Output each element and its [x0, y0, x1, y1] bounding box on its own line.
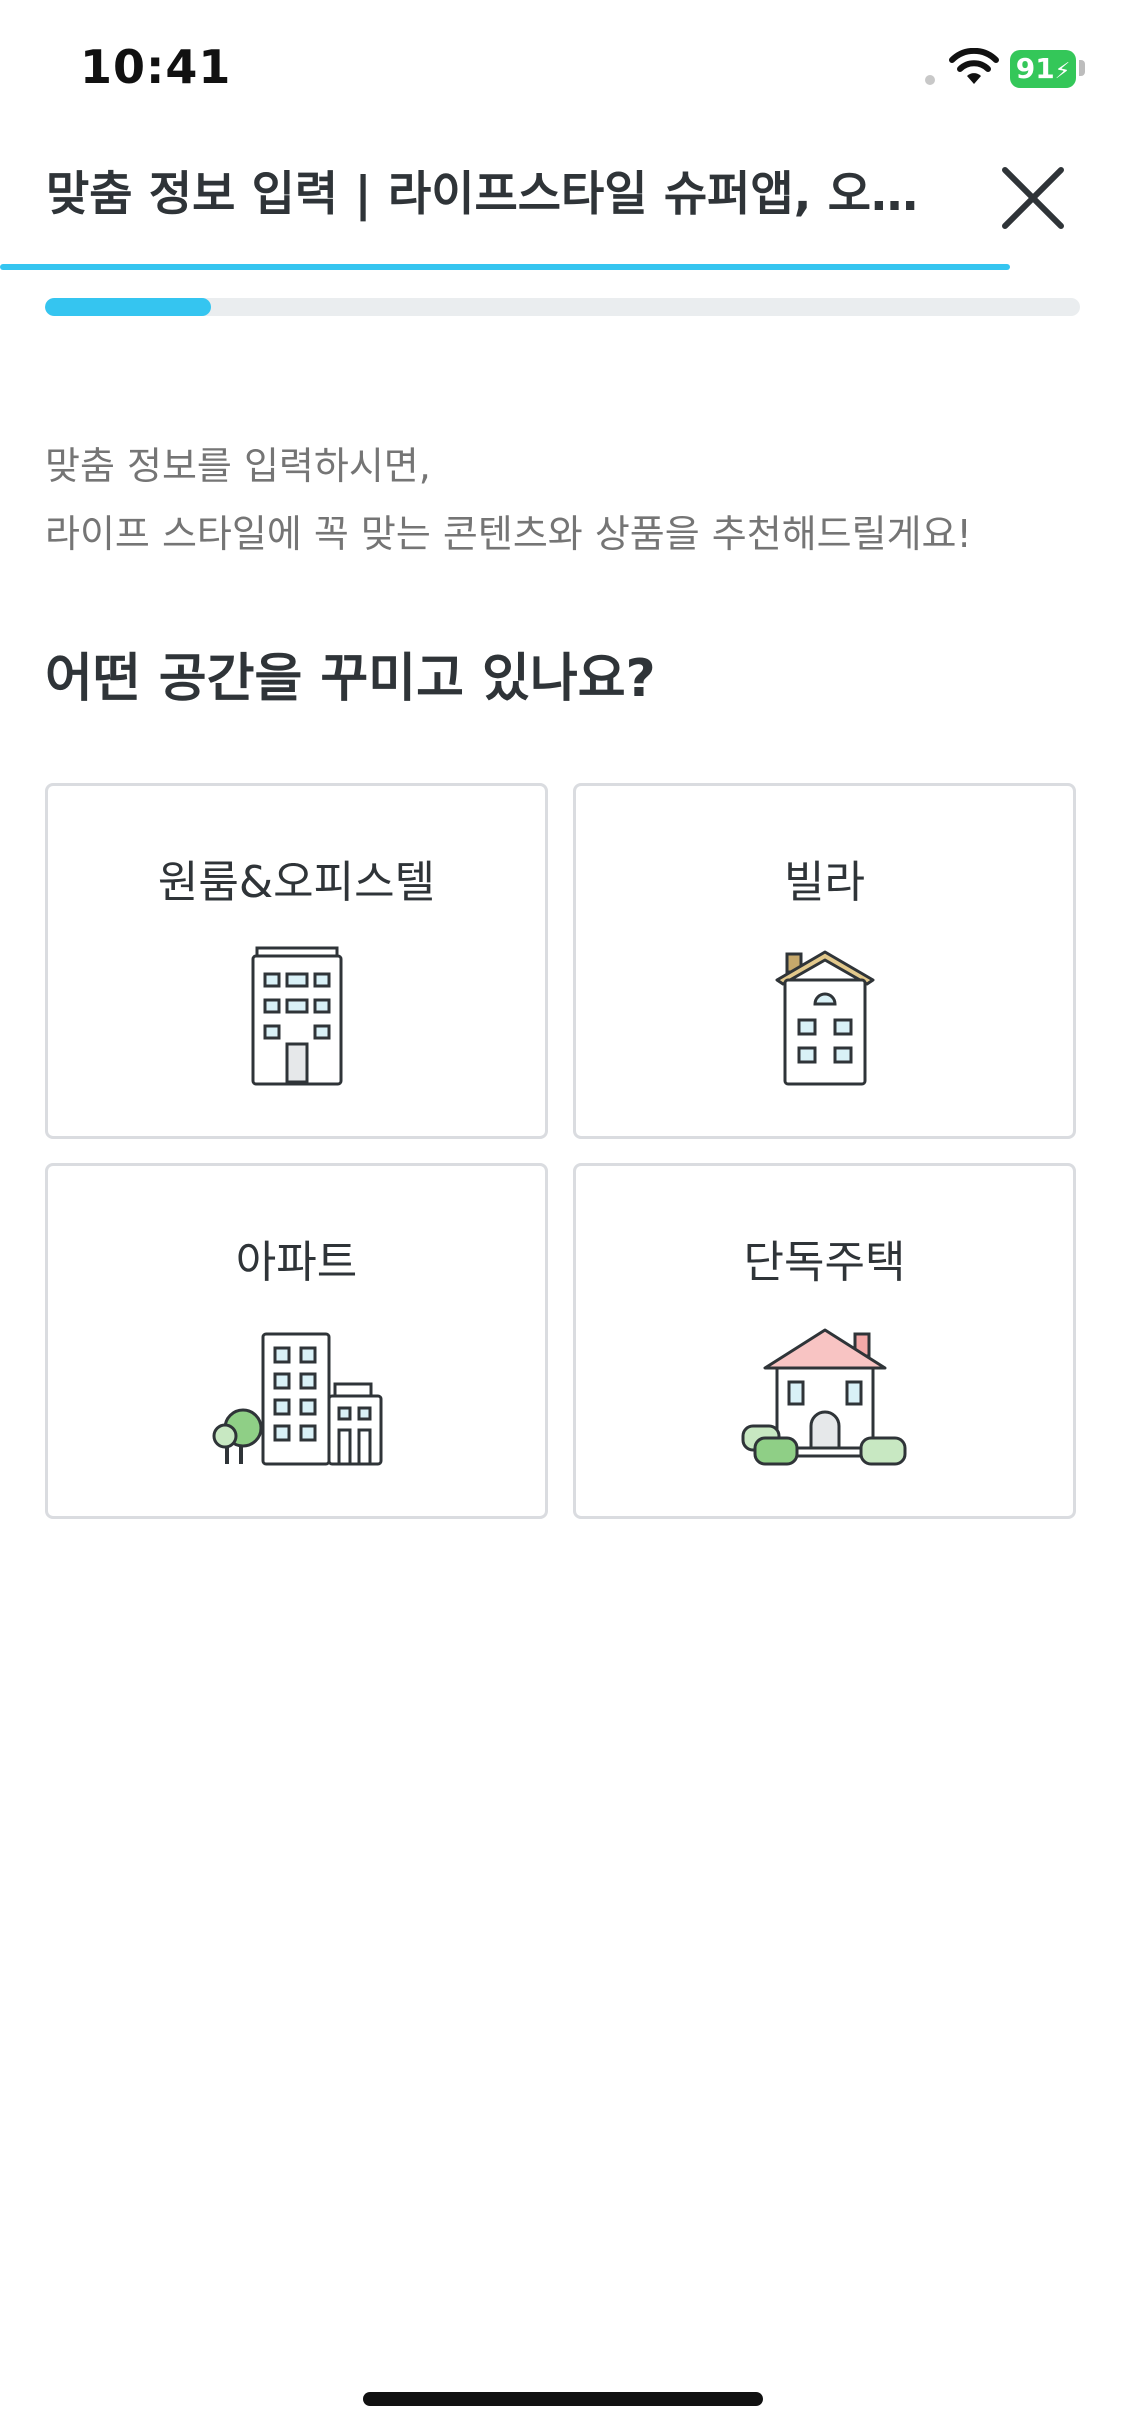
- detached-house-icon: [741, 1328, 906, 1466]
- apartment-building-icon: [212, 1332, 382, 1466]
- option-card-oneroom-officetel[interactable]: 원룸&오피스텔: [45, 783, 548, 1139]
- intro-text: 맞춤 정보를 입력하시면, 라이프 스타일에 꼭 맞는 콘텐츠와 상품을 추천해…: [45, 432, 1085, 568]
- option-label: 아파트: [235, 1237, 358, 1288]
- signal-dot-icon: [925, 75, 935, 85]
- villa-house-icon: [775, 950, 874, 1086]
- wifi-icon: [949, 48, 999, 84]
- progress-bar: [45, 298, 1080, 316]
- home-indicator[interactable]: [363, 2392, 763, 2406]
- intro-line-1: 맞춤 정보를 입력하시면,: [45, 444, 431, 488]
- close-icon[interactable]: [995, 160, 1071, 236]
- title-underline: [0, 264, 1010, 270]
- option-label: 단독주택: [743, 1237, 906, 1288]
- battery-icon: 91⚡: [1010, 50, 1076, 88]
- status-bar: 10:41 91⚡: [0, 0, 1125, 130]
- option-card-villa[interactable]: 빌라: [573, 783, 1076, 1139]
- battery-cap: [1079, 60, 1085, 76]
- option-card-apartment[interactable]: 아파트: [45, 1163, 548, 1519]
- question-heading: 어떤 공간을 꾸미고 있나요?: [45, 649, 656, 709]
- officetel-building-icon: [251, 946, 342, 1086]
- option-label: 빌라: [784, 857, 865, 908]
- battery-level: 91: [1015, 52, 1055, 85]
- status-time: 10:41: [80, 40, 232, 94]
- option-label: 원룸&오피스텔: [157, 857, 436, 908]
- option-card-detached-house[interactable]: 단독주택: [573, 1163, 1076, 1519]
- progress-fill: [45, 298, 211, 316]
- page-title: 맞춤 정보 입력 | 라이프스타일 슈퍼앱, 오늘의집: [46, 167, 946, 222]
- intro-line-2: 라이프 스타일에 꼭 맞는 콘텐츠와 상품을 추천해드릴게요!: [45, 512, 972, 556]
